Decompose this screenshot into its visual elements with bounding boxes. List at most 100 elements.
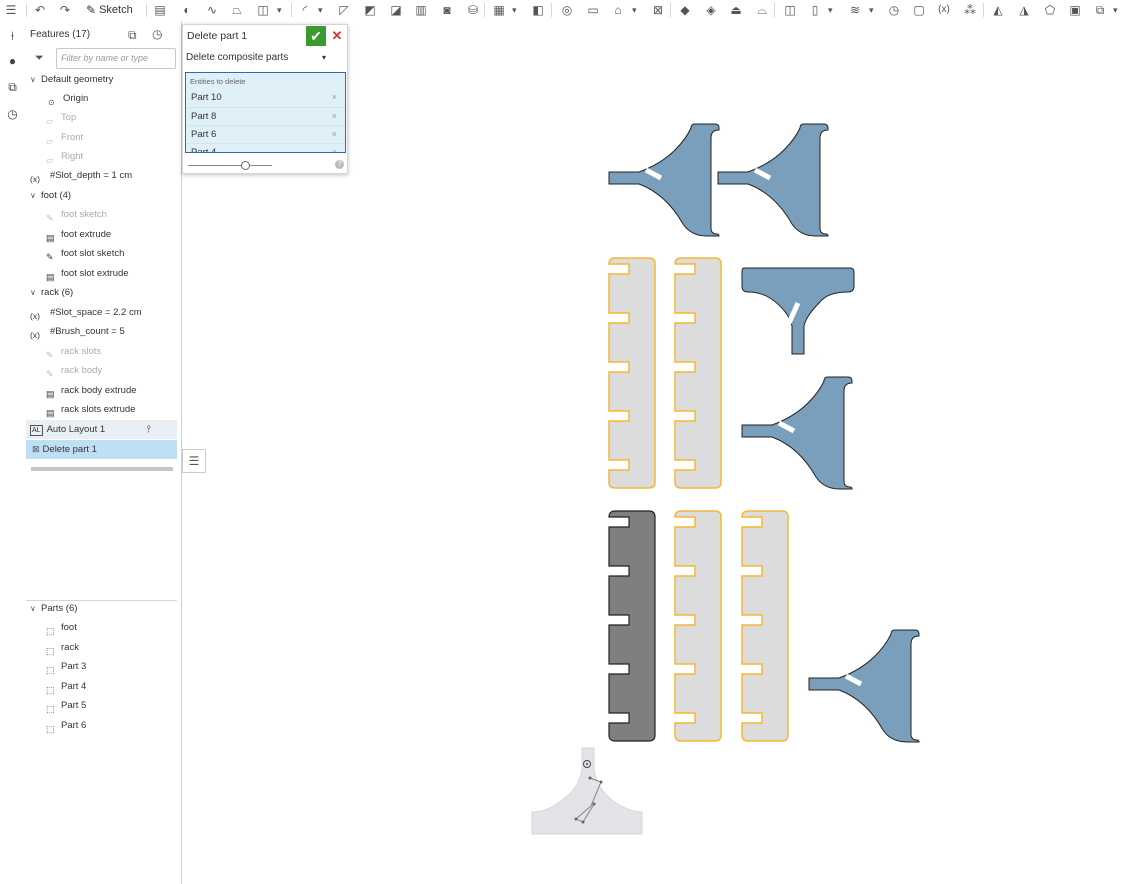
foot-part[interactable] <box>741 267 855 355</box>
chevron-down-icon[interactable]: ∨ <box>30 186 39 205</box>
entity-item[interactable]: Part 4 × <box>186 143 345 152</box>
feature-delete-part[interactable]: ⊠ Delete part 1 <box>26 440 177 459</box>
sketch-button[interactable]: ✎ Sketch <box>86 2 133 18</box>
variable-brush-count[interactable]: (x) #Brush_count = 5 <box>30 322 181 341</box>
part-item-part-4[interactable]: ⬚ Part 4 <box>46 677 197 696</box>
entities-to-delete-list[interactable]: Entities to delete Part 10 × Part 8 × Pa… <box>185 72 346 153</box>
entity-item[interactable]: Part 10 × <box>186 89 345 106</box>
chevron-down-icon[interactable]: ▾ <box>828 3 833 17</box>
part-item-part-3[interactable]: ⬚ Part 3 <box>46 657 197 676</box>
foot-part[interactable] <box>608 123 720 237</box>
chevron-down-icon[interactable]: ▾ <box>277 3 282 17</box>
boolean-icon[interactable]: ▦ <box>492 3 506 17</box>
comment-icon[interactable]: ● <box>5 54 20 69</box>
hem-icon[interactable]: ◮ <box>1017 3 1031 17</box>
part-item-part-5[interactable]: ⬚ Part 5 <box>46 696 197 715</box>
transform-icon[interactable]: ◎ <box>560 3 574 17</box>
delete-part-icon[interactable]: ▭ <box>586 3 600 17</box>
thicken-icon[interactable]: ◫ <box>256 3 270 17</box>
foot-part[interactable] <box>741 376 853 490</box>
chevron-down-icon[interactable]: ∨ <box>30 599 39 618</box>
sheet-icon[interactable]: ▣ <box>1068 3 1082 17</box>
draft-icon[interactable]: ◩ <box>363 3 377 17</box>
chevron-down-icon[interactable]: ▾ <box>869 3 874 17</box>
rollback-timer-icon[interactable]: ◷ <box>152 27 162 41</box>
modify-fillet-icon[interactable]: ⌂ <box>611 3 625 17</box>
move-face-icon[interactable]: ◆ <box>678 3 692 17</box>
variable-icon[interactable]: ≋ <box>848 3 862 17</box>
feature-rack-slots-extrude[interactable]: ▤ rack slots extrude <box>46 400 197 419</box>
variable-slot-depth[interactable]: (x) #Slot_depth = 1 cm <box>30 166 181 185</box>
remove-icon[interactable]: × <box>332 89 337 106</box>
parts-icon[interactable]: ⧉ <box>5 80 20 95</box>
rack-part[interactable] <box>674 257 722 489</box>
extrude-icon[interactable]: ▤ <box>153 3 167 17</box>
cancel-button[interactable]: ✕ <box>330 26 344 46</box>
entity-item[interactable]: Part 8 × <box>186 107 345 125</box>
fit-spline-icon[interactable]: ▯ <box>808 3 822 17</box>
composite-part-icon[interactable]: ◷ <box>887 3 901 17</box>
feature-rack-body-extrude[interactable]: ▤ rack body extrude <box>46 381 197 400</box>
replace-face-icon[interactable]: ◈ <box>704 3 718 17</box>
form-icon[interactable]: ⬠ <box>1043 3 1057 17</box>
redo-icon[interactable]: ↷ <box>58 3 72 17</box>
feature-rack-slots[interactable]: ✎ rack slots <box>46 342 197 361</box>
filter-input[interactable]: Filter by name or type <box>56 48 176 69</box>
rollback-bar-icon[interactable]: ⫯ <box>147 420 151 439</box>
chevron-down-icon[interactable]: ∨ <box>30 283 39 302</box>
chevron-down-icon[interactable]: ▾ <box>1113 3 1118 17</box>
feature-rack-body[interactable]: ✎ rack body <box>46 361 197 380</box>
add-folder-icon[interactable]: ⧉ <box>128 28 137 43</box>
foot-part[interactable] <box>808 629 920 743</box>
foot-part[interactable] <box>717 123 829 237</box>
remove-icon[interactable]: × <box>332 144 337 152</box>
circular-pattern-icon[interactable]: ⛁ <box>466 3 480 17</box>
flat-view-icon[interactable]: ⧉ <box>1093 3 1107 17</box>
chevron-down-icon[interactable]: ▾ <box>632 3 637 17</box>
timer-icon[interactable]: ◷ <box>5 107 20 122</box>
shell-icon[interactable]: ◪ <box>389 3 403 17</box>
group-foot[interactable]: ∨ foot (4) <box>30 186 181 205</box>
entity-item[interactable]: Part 6 × <box>186 125 345 143</box>
feature-front-plane[interactable]: ▱ Front <box>46 128 197 147</box>
part-item-rack[interactable]: ⬚ rack <box>46 638 197 657</box>
rack-part-selected[interactable] <box>608 510 656 742</box>
split-icon[interactable]: ◧ <box>531 3 545 17</box>
feature-origin[interactable]: ⊙ Origin <box>48 89 199 108</box>
variable-x-icon[interactable]: (x) <box>937 3 951 17</box>
loft-icon[interactable]: ⏢ <box>230 3 244 17</box>
help-icon[interactable]: ? <box>335 160 344 169</box>
hidden-foot-sketch[interactable] <box>531 747 643 835</box>
feature-foot-extrude[interactable]: ▤ foot extrude <box>46 225 197 244</box>
hole-icon[interactable]: ▥ <box>414 3 428 17</box>
slider-track[interactable] <box>188 165 272 166</box>
remove-icon[interactable]: × <box>332 126 337 143</box>
mate-connector-icon[interactable]: ⌓ <box>755 3 769 17</box>
rollback-bar[interactable] <box>31 467 173 471</box>
helix-icon[interactable]: ◫ <box>783 3 797 17</box>
flange-icon[interactable]: ⁂ <box>963 3 977 17</box>
remove-icon[interactable]: × <box>332 108 337 125</box>
group-rack[interactable]: ∨ rack (6) <box>30 283 181 302</box>
chevron-down-icon[interactable]: ∨ <box>30 70 39 89</box>
delete-mode-select[interactable]: Delete composite parts ▾ <box>186 50 328 66</box>
rack-part[interactable] <box>741 510 789 742</box>
part-item-part-6[interactable]: ⬚ Part 6 <box>46 716 197 735</box>
plane-icon[interactable]: ⏏ <box>729 3 743 17</box>
feature-right-plane[interactable]: ▱ Right <box>46 147 197 166</box>
undo-icon[interactable]: ↶ <box>33 3 47 17</box>
group-default-geometry[interactable]: ∨ Default geometry <box>30 70 181 89</box>
tab-icon[interactable]: ◭ <box>991 3 1005 17</box>
fillet-icon[interactable]: ◜ <box>298 3 312 17</box>
chevron-down-icon[interactable]: ▾ <box>322 50 326 66</box>
revolve-icon[interactable]: ◐ <box>180 3 194 17</box>
chevron-down-icon[interactable]: ▾ <box>318 3 323 17</box>
rack-part[interactable] <box>674 510 722 742</box>
chamfer-icon[interactable]: ◸ <box>337 3 351 17</box>
sheet-metal-icon[interactable]: ▢ <box>912 3 926 17</box>
sweep-icon[interactable]: ∿ <box>205 3 219 17</box>
slider-handle[interactable] <box>241 161 250 170</box>
list-icon[interactable]: ☰ <box>4 3 18 17</box>
feature-foot-sketch[interactable]: ✎ foot sketch <box>46 205 197 224</box>
filter-icon[interactable]: ⏷ <box>35 52 44 65</box>
